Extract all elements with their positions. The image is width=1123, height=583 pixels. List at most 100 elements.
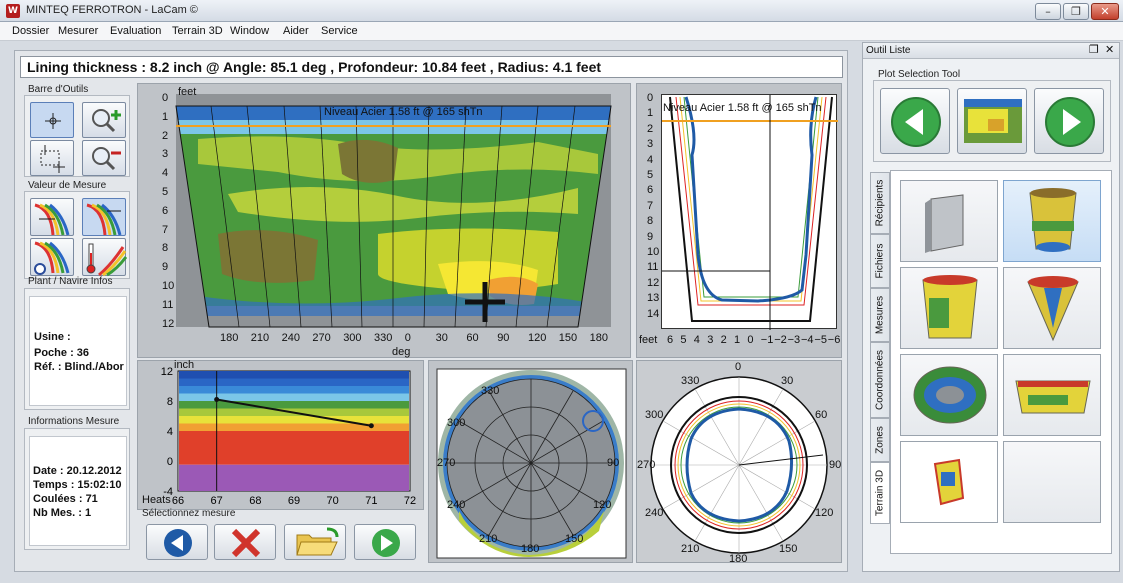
profile-x-tick-10: −4	[801, 334, 814, 346]
poche-value: Poche : 36	[34, 347, 90, 359]
unrolled-y-tick-2: 2	[162, 129, 169, 142]
unrolled-map-svg	[175, 94, 612, 328]
view-thumbnail-3[interactable]	[900, 267, 998, 349]
trend-band-3	[179, 393, 409, 401]
profile-x-tick-5: 1	[734, 334, 741, 346]
menu-mesurer[interactable]: Mesurer	[58, 25, 98, 37]
previous-measure-button[interactable]	[146, 524, 208, 560]
tab-measures-label: Mesures	[874, 295, 886, 335]
plot-next-button[interactable]	[1034, 88, 1104, 154]
panel-close-icon[interactable]: ✕	[1105, 43, 1114, 56]
unrolled-y-tick-6: 6	[162, 204, 169, 217]
temperature-button[interactable]	[82, 238, 128, 277]
zoom-out-icon	[92, 147, 121, 171]
crosshair-tool-button[interactable]	[30, 102, 74, 138]
next-measure-button[interactable]	[354, 524, 416, 560]
plot-previous-button[interactable]	[880, 88, 950, 154]
view-thumbnail-7[interactable]	[900, 441, 998, 523]
unrolled-y-tick-9: 9	[162, 261, 169, 274]
trend-y-tick-3: 0	[167, 456, 173, 468]
radius-button[interactable]	[30, 238, 74, 276]
menu-evaluation[interactable]: Evaluation	[110, 25, 161, 37]
undock-icon[interactable]: ❐	[1089, 43, 1099, 56]
unrolled-y-tick-11: 11	[162, 298, 174, 311]
bottom-polar-label-120: 120	[593, 499, 612, 511]
green-arrow-right-icon	[1045, 97, 1095, 147]
tab-zones[interactable]: Zones	[870, 418, 890, 462]
profile-y-tick-5: 5	[647, 169, 654, 181]
section-label-270: 270	[637, 459, 656, 471]
view-thumbnail-2[interactable]	[1003, 180, 1101, 262]
tab-recipients[interactable]: Récipients	[870, 172, 890, 234]
title-bar: W MINTEQ FERROTRON - LaCam © – ❐ ✕	[0, 0, 1123, 22]
bottom-polar-label-90: 90	[607, 457, 620, 469]
view-thumbnail-1[interactable]	[900, 180, 998, 262]
profile-x-tick-4: 2	[720, 334, 727, 346]
unrolled-x-tick-2: 240	[281, 332, 300, 344]
restore-button[interactable]: ❐	[1063, 3, 1089, 20]
bottom-polar-map[interactable]: 330 300 270 240 210 180 150 120 90	[428, 360, 633, 563]
view-thumbnail-6[interactable]	[1003, 354, 1101, 436]
menu-dossier[interactable]: Dossier	[12, 25, 49, 37]
zoom-window-button[interactable]	[30, 140, 74, 176]
tab-terrain-3d[interactable]: Terrain 3D	[870, 462, 890, 524]
tab-files[interactable]: Fichiers	[870, 234, 890, 288]
unrolled-x-tick-3: 270	[312, 332, 331, 344]
menu-aider[interactable]: Aider	[283, 25, 309, 37]
measure-info-box: Date : 20.12.2012 Temps : 15:02:10 Coulé…	[29, 436, 127, 546]
unrolled-y-tick-4: 4	[162, 167, 169, 180]
open-measure-button[interactable]	[284, 524, 346, 560]
nb-measure-value: Nb Mes. : 1	[33, 507, 92, 519]
small-ladle-icon	[933, 458, 965, 506]
trend-x-tick-2: 68	[249, 495, 261, 507]
tab-coordinates-label: Coordonnées	[874, 349, 886, 411]
unrolled-x-tick-9: 90	[497, 332, 510, 344]
trend-band-1	[179, 378, 409, 386]
profile-x-tick-0: 6	[667, 334, 674, 346]
section-label-180: 180	[729, 553, 748, 565]
view-thumbnail-8[interactable]	[1003, 441, 1101, 523]
unrolled-x-tick-8: 60	[466, 332, 479, 344]
depth-button[interactable]	[82, 198, 126, 236]
folder-open-icon	[296, 527, 339, 556]
unrolled-steel-annotation: Niveau Acier 1.58 ft @ 165 shTn	[324, 106, 483, 118]
profile-plot-area	[661, 94, 838, 330]
tab-measures[interactable]: Mesures	[870, 288, 890, 342]
section-label-150: 150	[779, 543, 798, 555]
unrolled-y-tick-1: 1	[162, 110, 169, 123]
section-polar-plot[interactable]: 0 30 60 90 120 150 180 210 240 270 300 3…	[636, 360, 842, 565]
plot-thumbnail-button[interactable]	[957, 88, 1027, 154]
trend-y-tick-1: 8	[167, 396, 173, 408]
section-label-60: 60	[815, 409, 828, 421]
close-button[interactable]: ✕	[1091, 3, 1119, 20]
trend-band-7	[179, 423, 409, 431]
green-arrow-left-icon	[891, 97, 941, 147]
unrolled-y-tick-0: 0	[162, 92, 169, 104]
tab-coordinates[interactable]: Coordonnées	[870, 342, 890, 418]
zoom-out-button[interactable]	[82, 140, 126, 176]
profile-x-tick-1: 5	[680, 334, 687, 346]
measure-info-title: Informations Mesure	[28, 416, 120, 427]
minimize-button[interactable]: –	[1035, 3, 1061, 20]
profile-y-tick-3: 3	[647, 138, 654, 151]
plant-info-title: Plant / Navire Infos	[28, 276, 113, 287]
zoom-in-button[interactable]	[82, 102, 126, 138]
unrolled-wall-plot[interactable]: feet Niveau Acier 1.58 ft @ 165 shTn 012…	[137, 83, 631, 358]
section-label-120: 120	[815, 507, 834, 519]
unrolled-y-tick-3: 3	[162, 148, 169, 161]
unrolled-x-tick-11: 150	[558, 332, 578, 344]
profile-x-tick-12: −6	[827, 334, 841, 346]
heats-trend-chart[interactable]: 66 67 68 69 70 71 72 12 8 4 0 -4 inch Heats	[137, 359, 424, 510]
view-thumbnail-4[interactable]	[1003, 267, 1101, 349]
trend-x-tick-1: 67	[211, 495, 223, 507]
menu-service[interactable]: Service	[321, 25, 358, 37]
profile-plot[interactable]: Niveau Acier 1.58 ft @ 165 shTn 01234567…	[636, 83, 842, 358]
view-thumbnail-5[interactable]	[900, 354, 998, 436]
menu-window[interactable]: Window	[230, 25, 269, 37]
bottom-polar-label-330: 330	[481, 385, 500, 397]
menu-terrain-3d[interactable]: Terrain 3D	[172, 25, 223, 37]
lining-thickness-button[interactable]	[30, 198, 74, 236]
delete-measure-button[interactable]	[214, 524, 276, 560]
profile-y-tick-13: 13	[647, 292, 660, 305]
unrolled-x-unit: deg	[392, 346, 411, 358]
